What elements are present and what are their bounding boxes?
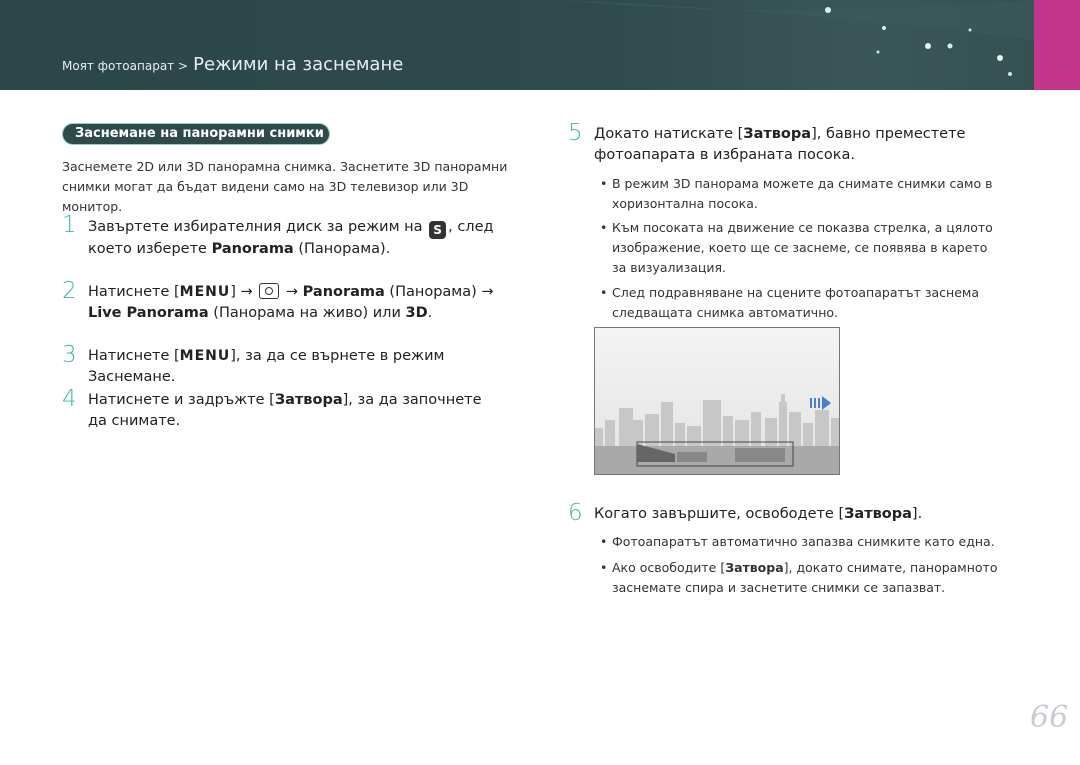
step-1: Завъртете избирателния диск за режим на … — [88, 219, 494, 257]
step-number: 3 — [62, 342, 77, 368]
page-header: Моят фотоапарат > Режими на заснемане — [0, 0, 1080, 90]
breadcrumb: Моят фотоапарат > Режими на заснемане — [62, 54, 403, 75]
camera-icon — [259, 283, 280, 299]
step-number: 6 — [568, 500, 583, 526]
step-number: 2 — [62, 278, 77, 304]
step-4: Натиснете и задръжте [Затвора], за да за… — [88, 392, 482, 429]
bullet-item: • Ако освободите [Затвора], докато снимат… — [600, 560, 998, 595]
intro-text: Заснемете 2D или 3D панорамна снимка. За… — [62, 159, 508, 214]
step-3: Натиснете [MENU], за да се върнете в реж… — [88, 348, 445, 385]
section-title-text: Заснемане на панорамни снимки — [75, 126, 324, 141]
step-number: 4 — [62, 386, 77, 412]
bullet-item: • Фотоапаратът автоматично запазва снимки… — [600, 534, 995, 549]
step-6: Когато завършите, освободете [Затвора]. — [594, 506, 923, 522]
step-number: 5 — [568, 120, 583, 146]
breadcrumb-parent: Моят фотоапарат > — [62, 59, 189, 73]
breadcrumb-current: Режими на заснемане — [193, 54, 404, 75]
bullet-item: • Към посоката на движение се показва стр… — [600, 220, 993, 275]
sparkle-decoration — [560, 0, 1034, 76]
menu-button-icon: MENU — [179, 348, 231, 364]
menu-button-icon: MENU — [179, 284, 231, 300]
step-2: Натиснете [MENU] → → Panorama (Панорама)… — [88, 283, 494, 321]
step-number: 1 — [62, 212, 77, 238]
panorama-illustration — [594, 327, 840, 475]
page-number: 66 — [1030, 700, 1069, 735]
bullet-item: • В режим 3D панорама можете да снимате с… — [600, 176, 993, 211]
smart-mode-icon: S — [429, 221, 447, 239]
chapter-tab — [1034, 0, 1080, 90]
section-title: Заснемане на панорамни снимки — [62, 123, 330, 145]
bullet-item: • След подравняване на сцените фотоапарат… — [600, 285, 979, 320]
step-5: Докато натискате [Затвора], бавно премес… — [594, 126, 966, 163]
